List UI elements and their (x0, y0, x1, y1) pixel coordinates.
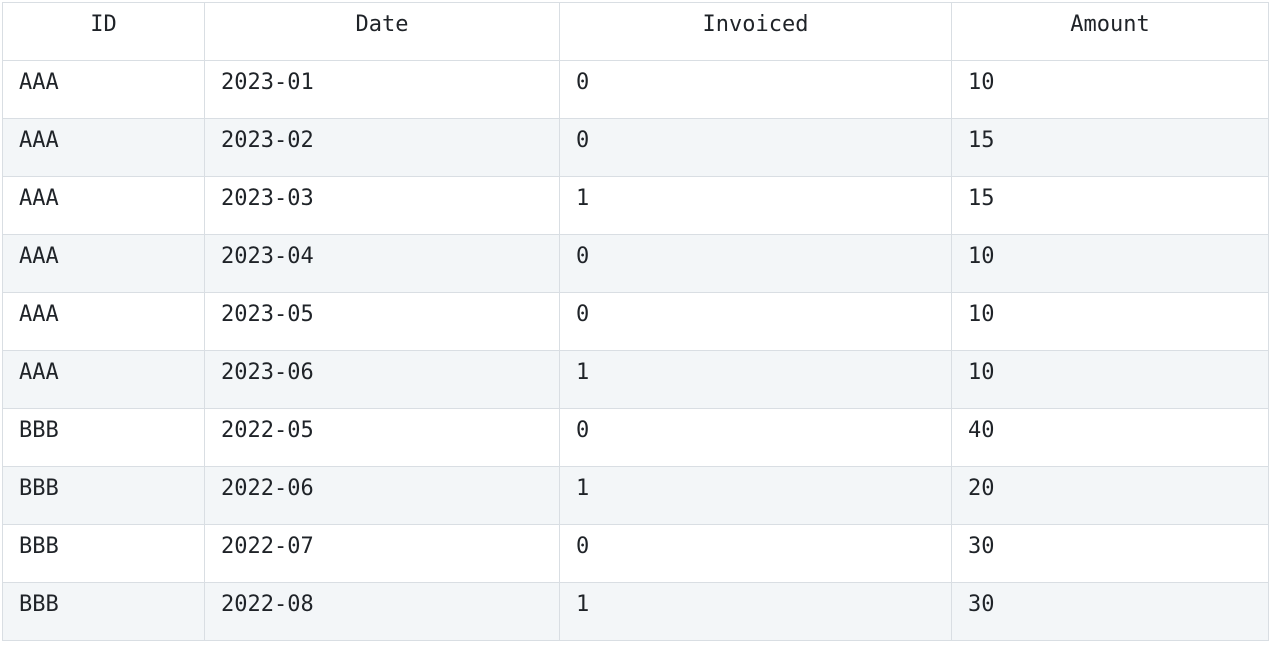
cell-amount: 20 (951, 466, 1269, 525)
table-row: AAA 2023-01 0 10 (2, 60, 1269, 119)
cell-invoiced: 0 (559, 524, 952, 583)
column-header-invoiced: Invoiced (559, 2, 952, 61)
cell-amount: 15 (951, 176, 1269, 235)
table-header: ID Date Invoiced Amount (2, 2, 1269, 61)
data-table: ID Date Invoiced Amount AAA 2023-01 0 10… (2, 2, 1269, 641)
table-row: AAA 2023-03 1 15 (2, 176, 1269, 235)
cell-id: AAA (2, 234, 205, 293)
table-row: AAA 2023-02 0 15 (2, 118, 1269, 177)
column-header-amount: Amount (951, 2, 1269, 61)
column-header-id: ID (2, 2, 205, 61)
cell-amount: 10 (951, 292, 1269, 351)
cell-invoiced: 0 (559, 118, 952, 177)
table-row: BBB 2022-06 1 20 (2, 466, 1269, 525)
cell-id: AAA (2, 292, 205, 351)
cell-amount: 30 (951, 582, 1269, 641)
cell-id: AAA (2, 176, 205, 235)
cell-id: AAA (2, 350, 205, 409)
cell-date: 2023-02 (204, 118, 560, 177)
cell-id: AAA (2, 118, 205, 177)
table-row: AAA 2023-06 1 10 (2, 350, 1269, 409)
cell-invoiced: 1 (559, 582, 952, 641)
table-row: AAA 2023-05 0 10 (2, 292, 1269, 351)
cell-id: BBB (2, 408, 205, 467)
cell-amount: 15 (951, 118, 1269, 177)
cell-invoiced: 0 (559, 60, 952, 119)
cell-invoiced: 1 (559, 350, 952, 409)
cell-amount: 10 (951, 350, 1269, 409)
column-header-date: Date (204, 2, 560, 61)
cell-amount: 10 (951, 60, 1269, 119)
cell-amount: 40 (951, 408, 1269, 467)
cell-date: 2022-07 (204, 524, 560, 583)
table-row: BBB 2022-08 1 30 (2, 582, 1269, 641)
cell-date: 2022-08 (204, 582, 560, 641)
data-table-container: ID Date Invoiced Amount AAA 2023-01 0 10… (2, 2, 1269, 641)
cell-id: AAA (2, 60, 205, 119)
table-row: AAA 2023-04 0 10 (2, 234, 1269, 293)
table-row: BBB 2022-07 0 30 (2, 524, 1269, 583)
cell-date: 2023-04 (204, 234, 560, 293)
cell-invoiced: 0 (559, 408, 952, 467)
table-row: BBB 2022-05 0 40 (2, 408, 1269, 467)
cell-invoiced: 0 (559, 234, 952, 293)
cell-date: 2023-06 (204, 350, 560, 409)
table-body: AAA 2023-01 0 10 AAA 2023-02 0 15 AAA 20… (2, 60, 1269, 641)
cell-date: 2022-06 (204, 466, 560, 525)
header-row: ID Date Invoiced Amount (2, 2, 1269, 61)
cell-id: BBB (2, 466, 205, 525)
cell-id: BBB (2, 524, 205, 583)
cell-amount: 30 (951, 524, 1269, 583)
cell-date: 2023-05 (204, 292, 560, 351)
cell-amount: 10 (951, 234, 1269, 293)
cell-date: 2023-01 (204, 60, 560, 119)
cell-date: 2023-03 (204, 176, 560, 235)
cell-invoiced: 0 (559, 292, 952, 351)
cell-id: BBB (2, 582, 205, 641)
cell-invoiced: 1 (559, 176, 952, 235)
cell-invoiced: 1 (559, 466, 952, 525)
cell-date: 2022-05 (204, 408, 560, 467)
